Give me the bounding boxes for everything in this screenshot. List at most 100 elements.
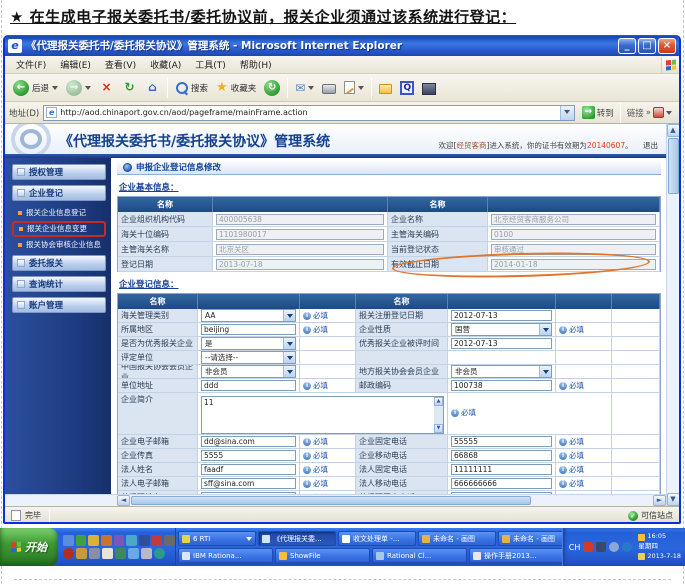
- minimize-button[interactable]: _: [618, 38, 636, 54]
- customs-code-field[interactable]: [216, 229, 384, 240]
- close-button[interactable]: ×: [658, 38, 676, 54]
- horizontal-scrollbar[interactable]: ◄ ►: [5, 494, 666, 506]
- ime-indicator[interactable]: CH: [569, 543, 581, 552]
- address-input-field[interactable]: [201, 380, 296, 391]
- menu-favorites[interactable]: 收藏(A): [143, 56, 188, 73]
- stop-button[interactable]: ×: [95, 78, 118, 97]
- discuss-button[interactable]: [375, 79, 396, 96]
- quicklaunch-icon[interactable]: [164, 535, 175, 546]
- quicklaunch-icon[interactable]: [89, 548, 100, 559]
- task-button-paint2[interactable]: 未命名 - 画图: [498, 531, 562, 546]
- address-dropdown-icon[interactable]: [560, 106, 574, 120]
- logout-link[interactable]: 退出: [643, 141, 658, 150]
- register-date-input[interactable]: [451, 310, 552, 321]
- forward-button[interactable]: →: [62, 78, 95, 98]
- menu-view[interactable]: 查看(V): [98, 56, 143, 73]
- favorites-button[interactable]: ★ 收藏夹: [212, 79, 260, 97]
- task-button-ie[interactable]: 《代理报关委...: [258, 531, 336, 546]
- sidebar-link-info-register[interactable]: 报关企业信息登记: [12, 206, 106, 220]
- textarea-scrollbar[interactable]: ▲▼: [434, 397, 443, 433]
- quicklaunch-icon[interactable]: [114, 535, 125, 546]
- quicklaunch-icon[interactable]: [63, 548, 74, 559]
- master-customs-code-field[interactable]: [491, 229, 656, 240]
- rating-unit-select[interactable]: --请选择--: [201, 351, 296, 364]
- address-input[interactable]: e http://aod.chinaport.gov.cn/aod/pagefr…: [43, 105, 575, 121]
- go-button[interactable]: → 转到: [579, 106, 617, 119]
- task-button-rational[interactable]: IBM Rationa...: [178, 548, 273, 563]
- menu-tools[interactable]: 工具(T): [188, 56, 233, 73]
- company-email-input[interactable]: [201, 436, 296, 447]
- quicklaunch-icon[interactable]: [76, 535, 87, 546]
- task-button-showfile[interactable]: ShowFile: [275, 548, 370, 563]
- china-association-select[interactable]: 非会员: [201, 365, 296, 378]
- award-date-input[interactable]: [451, 338, 552, 349]
- customs-name-field[interactable]: [216, 244, 384, 255]
- quicklaunch-icon[interactable]: [141, 548, 152, 559]
- company-mobile-input[interactable]: [451, 450, 552, 461]
- sidebar-item-account-management[interactable]: 账户管理: [12, 297, 106, 313]
- task-button-paint1[interactable]: 未命名 - 画图: [418, 531, 496, 546]
- task-button-manual[interactable]: 操作手册2013...: [469, 548, 562, 563]
- sidebar-item-entrust-declaration[interactable]: 委托报关: [12, 255, 106, 271]
- quicklaunch-icon[interactable]: [128, 548, 139, 559]
- links-dropdown-icon[interactable]: [666, 111, 672, 118]
- legal-phone-input[interactable]: [451, 464, 552, 475]
- tools-plugin-button[interactable]: [418, 79, 440, 97]
- print-button[interactable]: [318, 79, 340, 96]
- expiry-date-field[interactable]: [491, 259, 656, 270]
- quicklaunch-icon[interactable]: [102, 548, 113, 559]
- mail-button[interactable]: ✉: [291, 79, 318, 97]
- sidebar-link-association-review[interactable]: 报关协会审核企业信息: [12, 238, 106, 252]
- menu-help[interactable]: 帮助(H): [233, 56, 279, 73]
- menu-edit[interactable]: 编辑(E): [53, 56, 98, 73]
- start-button[interactable]: 开始: [0, 528, 58, 566]
- history-button[interactable]: ↻: [260, 78, 284, 98]
- qq-button[interactable]: Q: [396, 79, 418, 97]
- menu-file[interactable]: 文件(F): [9, 56, 53, 73]
- quicklaunch-icon[interactable]: [101, 535, 112, 546]
- quicklaunch-icon[interactable]: [76, 548, 87, 559]
- keyboard-icon[interactable]: [596, 542, 606, 552]
- vertical-scrollbar[interactable]: ▲ ▼: [666, 124, 679, 506]
- quicklaunch-icon[interactable]: [152, 535, 163, 546]
- mail-dropdown-icon[interactable]: [308, 86, 314, 93]
- network-icon[interactable]: [622, 542, 632, 552]
- back-button[interactable]: ← 后退: [9, 78, 62, 98]
- edit-dropdown-icon[interactable]: [358, 86, 364, 93]
- scroll-left-icon[interactable]: ◄: [117, 495, 130, 506]
- registration-status-field[interactable]: [491, 244, 656, 255]
- window-titlebar[interactable]: e 《代理报关委托书/委托报关协议》管理系统 - Microsoft Inter…: [5, 35, 679, 56]
- task-button-doc[interactable]: 收文处理单 -...: [338, 531, 416, 546]
- local-association-select[interactable]: 非会员: [451, 365, 552, 378]
- sidebar-link-info-change[interactable]: 报关企业信息变更: [12, 221, 106, 237]
- scroll-down-icon[interactable]: ▼: [667, 493, 680, 506]
- task-button-group[interactable]: 6 RTI: [178, 531, 256, 546]
- company-phone-input[interactable]: [451, 436, 552, 447]
- sidebar-item-enterprise-registration[interactable]: 企业登记: [12, 185, 106, 201]
- volume-icon[interactable]: [609, 542, 619, 552]
- edit-button[interactable]: [340, 79, 368, 96]
- quicklaunch-icon[interactable]: [88, 535, 99, 546]
- org-code-field[interactable]: [216, 214, 384, 225]
- quicklaunch-icon[interactable]: [63, 535, 74, 546]
- legal-name-input[interactable]: [201, 464, 296, 475]
- registration-date-field[interactable]: [216, 259, 384, 270]
- quicklaunch-icon[interactable]: [154, 548, 165, 559]
- customs-category-select[interactable]: AA: [201, 309, 296, 322]
- links-area[interactable]: 链接 »: [624, 107, 675, 119]
- region-input[interactable]: [201, 324, 296, 335]
- sogou-icon[interactable]: [583, 542, 593, 552]
- legal-email-input[interactable]: [201, 478, 296, 489]
- snagit-icon[interactable]: [653, 107, 664, 118]
- search-button[interactable]: 搜索: [171, 79, 212, 96]
- links-chevron-icon[interactable]: »: [646, 108, 651, 118]
- scroll-right-icon[interactable]: ►: [653, 495, 666, 506]
- quicklaunch-icon[interactable]: [126, 535, 137, 546]
- scroll-up-icon[interactable]: ▲: [667, 124, 680, 137]
- company-fax-input[interactable]: [201, 450, 296, 461]
- maximize-button[interactable]: □: [638, 38, 656, 54]
- refresh-button[interactable]: ↻: [118, 78, 141, 97]
- enterprise-nature-select[interactable]: 国营: [451, 323, 552, 336]
- task-button-rational-cl[interactable]: Rational Cl...: [372, 548, 467, 563]
- postcode-input[interactable]: [451, 380, 552, 391]
